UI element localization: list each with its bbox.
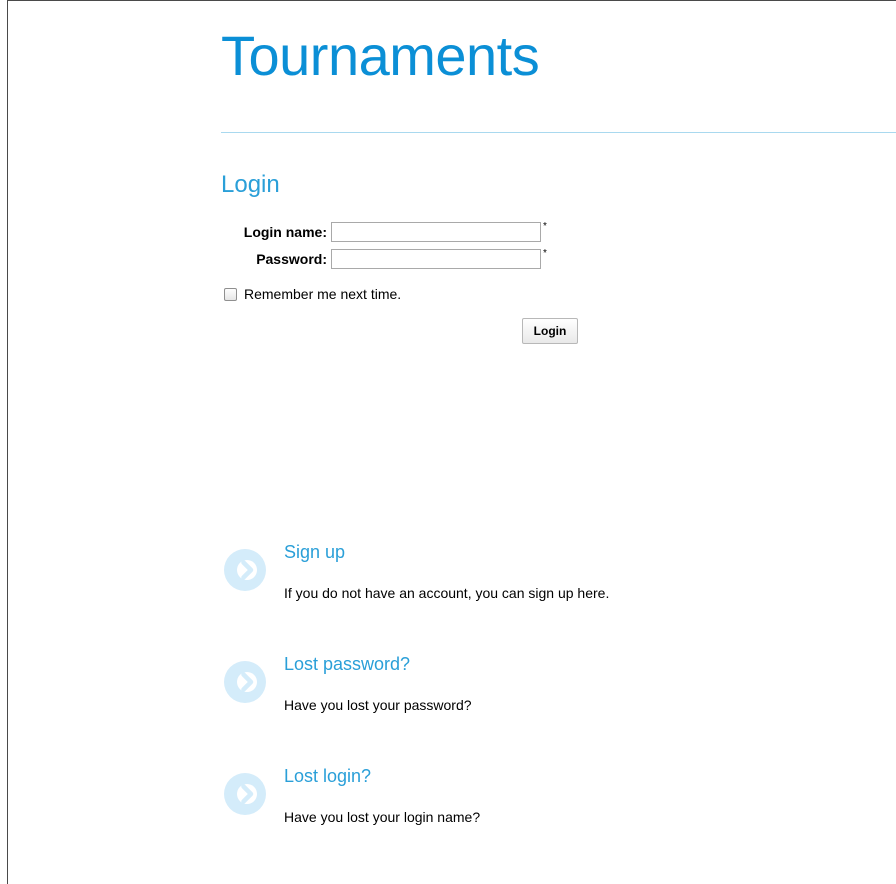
password-required-marker: *	[543, 248, 547, 259]
login-name-row: Login name: *	[221, 221, 547, 243]
remember-me-label: Remember me next time.	[244, 286, 402, 302]
login-name-required-marker: *	[543, 221, 547, 232]
lost-login-description: Have you lost your login name?	[284, 809, 481, 825]
signup-description: If you do not have an account, you can s…	[284, 585, 610, 601]
lost-login-link[interactable]: Lost login?	[284, 767, 371, 785]
lost-password-link[interactable]: Lost password?	[284, 655, 410, 673]
password-row: Password: *	[221, 248, 547, 270]
password-input[interactable]	[331, 249, 541, 269]
login-heading: Login	[221, 171, 280, 198]
remember-me-checkbox[interactable]	[224, 287, 237, 301]
login-button[interactable]: Login	[522, 318, 578, 344]
site-title: Tournaments	[221, 24, 540, 87]
signup-link[interactable]: Sign up	[284, 543, 345, 561]
chevron-right-circle-icon[interactable]	[224, 769, 274, 819]
login-name-input[interactable]	[331, 222, 541, 242]
lost-password-description: Have you lost your password?	[284, 697, 472, 713]
header-divider	[221, 132, 896, 133]
login-name-label: Login name:	[243, 224, 327, 240]
password-label: Password:	[256, 251, 327, 267]
page-frame: Tournaments Login Login name: * Password…	[7, 0, 896, 884]
lost-password-section: Lost password? Have you lost your passwo…	[224, 655, 864, 725]
remember-me-row[interactable]: Remember me next time.	[224, 286, 401, 302]
lost-login-section: Lost login? Have you lost your login nam…	[224, 767, 864, 837]
chevron-right-circle-icon[interactable]	[224, 545, 274, 595]
chevron-right-circle-icon[interactable]	[224, 657, 274, 707]
signup-section: Sign up If you do not have an account, y…	[224, 543, 864, 613]
